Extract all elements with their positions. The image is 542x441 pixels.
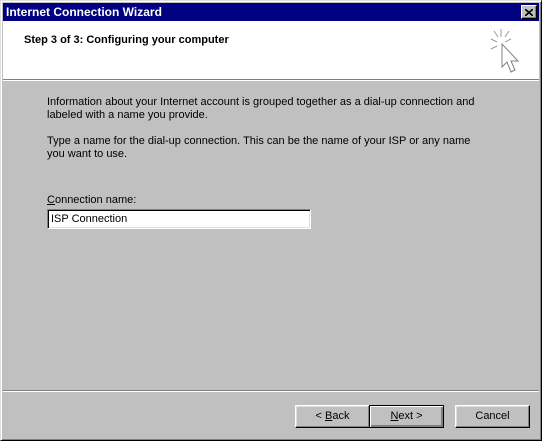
title-bar[interactable]: Internet Connection Wizard [3, 3, 539, 21]
close-icon [525, 8, 533, 16]
connection-label-accel: C [47, 194, 55, 206]
connection-label-text: onnection name: [54, 194, 137, 206]
footer-divider-highlight [3, 391, 539, 392]
back-button-label: ack [332, 410, 350, 422]
connection-name-label: Connection name: [47, 194, 136, 206]
window-title: Internet Connection Wizard [6, 5, 162, 19]
cancel-button[interactable]: Cancel [455, 405, 530, 428]
close-button[interactable] [521, 5, 537, 19]
instruction-paragraph: Type a name for the dial-up connection. … [47, 135, 471, 160]
connection-name-input[interactable] [47, 209, 311, 229]
next-button[interactable]: Next > [369, 405, 444, 428]
back-button-prefix: < [315, 410, 325, 422]
back-button[interactable]: < Back [295, 405, 370, 428]
info-paragraph: Information about your Internet account … [47, 96, 475, 121]
next-button-label: ext > [398, 410, 423, 422]
header-divider-highlight [3, 80, 539, 81]
step-title: Step 3 of 3: Configuring your computer [24, 34, 229, 46]
wizard-header: Step 3 of 3: Configuring your computer [3, 21, 539, 79]
wizard-window: Internet Connection Wizard Step 3 of 3: … [0, 0, 542, 441]
wizard-cursor-icon [490, 29, 520, 73]
